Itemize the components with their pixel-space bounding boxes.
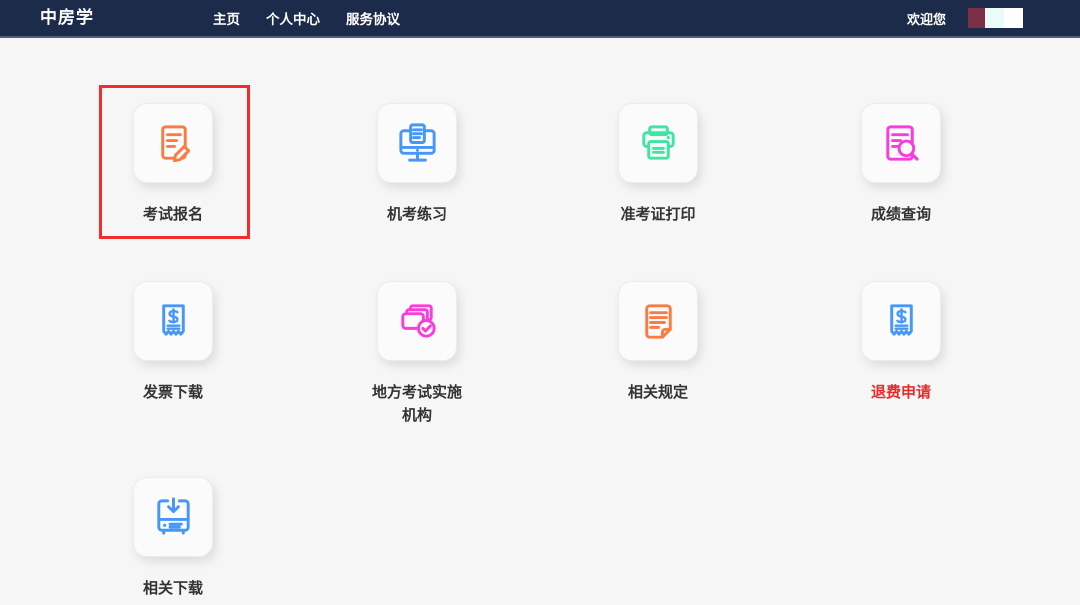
welcome-text: 欢迎您 [907, 9, 946, 28]
card-label: 地方考试实施机构 [369, 381, 465, 428]
nav-item-home[interactable]: 主页 [213, 8, 240, 28]
card-related-regulations[interactable]: 相关规定 [578, 281, 738, 404]
card-label: 发票下载 [93, 381, 253, 404]
card-refund-application[interactable]: 退费申请 [821, 281, 981, 404]
card-admission-ticket-print[interactable]: 准考证打印 [578, 103, 738, 226]
printer-icon [635, 120, 682, 167]
card-label: 考试报名 [93, 203, 253, 226]
nav-item-personal-center[interactable]: 个人中心 [266, 8, 320, 28]
card-label: 机考练习 [337, 203, 497, 226]
card-label: 相关下载 [93, 577, 253, 600]
card-label: 相关规定 [578, 381, 738, 404]
card-tile [133, 477, 213, 557]
card-local-exam-agencies[interactable]: 地方考试实施机构 [337, 281, 497, 428]
receipt-dollar-icon [150, 298, 197, 345]
app-header: 中房学 主页 个人中心 服务协议 欢迎您 [0, 0, 1080, 38]
receipt-dollar-icon [878, 298, 925, 345]
card-label: 准考证打印 [578, 203, 738, 226]
user-badge[interactable] [968, 8, 1023, 28]
user-area: 欢迎您 [907, 0, 1023, 36]
card-tile [861, 103, 941, 183]
user-badge-redacted-segment [968, 8, 985, 28]
download-box-icon [150, 494, 197, 541]
card-label: 成绩查询 [821, 203, 981, 226]
card-related-downloads[interactable]: 相关下载 [93, 477, 253, 600]
nav-item-service-agreement[interactable]: 服务协议 [346, 8, 400, 28]
folders-check-icon [394, 298, 441, 345]
document-lines-icon [635, 298, 682, 345]
card-tile [377, 103, 457, 183]
card-tile [133, 281, 213, 361]
card-tile [618, 103, 698, 183]
card-score-inquiry[interactable]: 成绩查询 [821, 103, 981, 226]
user-badge-redacted-segment [985, 8, 1004, 28]
document-pencil-icon [150, 120, 197, 167]
card-tile [377, 281, 457, 361]
user-badge-redacted-segment [1004, 8, 1023, 28]
monitor-document-icon [394, 120, 441, 167]
card-computer-exam-practice[interactable]: 机考练习 [337, 103, 497, 226]
card-label: 退费申请 [821, 381, 981, 404]
card-exam-registration[interactable]: 考试报名 [93, 103, 253, 226]
card-tile [618, 281, 698, 361]
brand-logo[interactable]: 中房学 [40, 0, 94, 36]
page: 中房学 主页 个人中心 服务协议 欢迎您 考试报名 [0, 0, 1080, 605]
card-invoice-download[interactable]: 发票下载 [93, 281, 253, 404]
card-tile [133, 103, 213, 183]
document-search-icon [878, 120, 925, 167]
card-tile [861, 281, 941, 361]
main-nav: 主页 个人中心 服务协议 [213, 0, 400, 36]
